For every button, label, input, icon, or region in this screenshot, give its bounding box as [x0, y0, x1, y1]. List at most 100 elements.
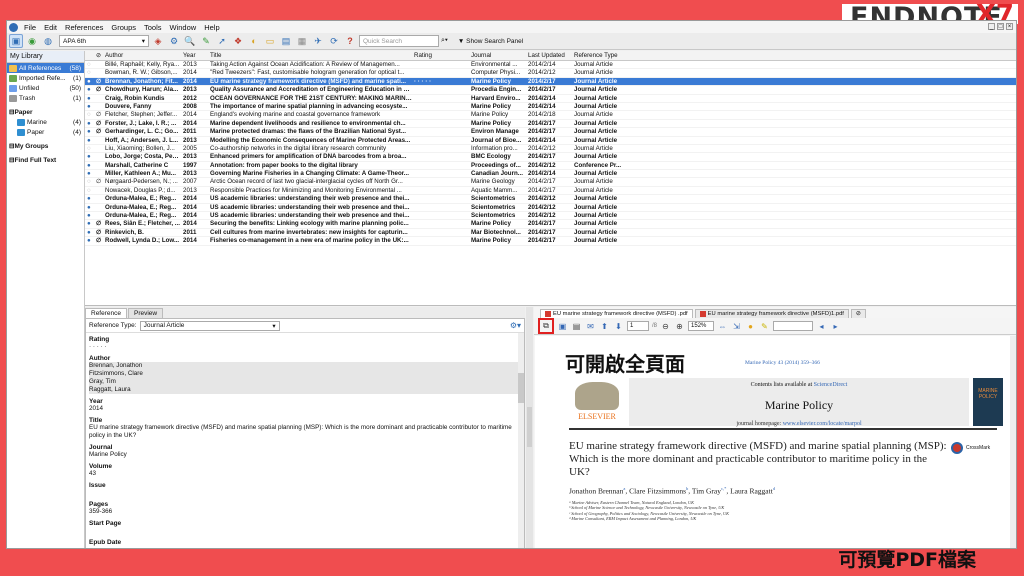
format-bibliography-icon[interactable]: ⚙ [167, 34, 181, 48]
sync-icon[interactable]: ⟳ [327, 34, 341, 48]
group-set-paper[interactable]: ⊟ Paper [7, 107, 84, 117]
find-previous-icon[interactable]: ◂ [816, 321, 827, 332]
group-item[interactable]: Unfiled (50) [7, 83, 84, 93]
field-value[interactable]: 2014 [89, 405, 521, 413]
sciencedirect-link[interactable]: ScienceDirect [814, 382, 848, 388]
editor-scrollbar[interactable] [518, 333, 524, 548]
find-next-icon[interactable]: ▸ [830, 321, 841, 332]
zoom-out-icon[interactable]: ⊖ [660, 321, 671, 332]
group-item[interactable]: Imported Refe... (1) [7, 73, 84, 83]
menu-window[interactable]: Window [166, 23, 201, 32]
column-header-type[interactable]: Reference Type [572, 51, 632, 60]
pdf-tab[interactable]: EU marine strategy framework directive (… [540, 309, 693, 318]
app-icon[interactable] [9, 22, 18, 32]
column-header-rating[interactable]: Rating [412, 51, 469, 60]
format-paper-icon[interactable]: ▦ [295, 34, 309, 48]
open-link-icon[interactable]: ◐ [247, 34, 261, 48]
table-row[interactable]: ● ∅ Chowdhury, Harun; Ala... 2013 Quality As… [85, 86, 1016, 95]
pdf-tab[interactable]: EU marine strategy framework directive (… [694, 309, 849, 318]
menu-edit[interactable]: Edit [40, 23, 61, 32]
table-row[interactable]: ● Hoff, A.; Andersen, J. L... 2013 Modellin… [85, 137, 1016, 145]
menu-file[interactable]: File [20, 23, 40, 32]
group-item[interactable]: All References (58) [7, 63, 84, 73]
insert-citation-icon[interactable]: ◈ [151, 34, 165, 48]
field-value[interactable]: 359-366 [89, 508, 521, 516]
table-row[interactable]: ● Orduna-Malea, E.; Reg... 2014 US academic… [85, 195, 1016, 204]
tab-reference[interactable]: Reference [85, 308, 127, 318]
field-value[interactable]: · · · · · [89, 343, 521, 351]
column-header-title[interactable]: Title [208, 51, 412, 60]
group-item[interactable]: Trash (1) [7, 93, 84, 103]
table-row[interactable]: ● Craig, Robin Kundis 2012 OCEAN GOVERNANCE… [85, 95, 1016, 103]
pane-splitter[interactable] [526, 307, 533, 548]
highlight-icon[interactable]: ✎ [759, 321, 770, 332]
field-value[interactable]: EU marine strategy framework directive (… [89, 424, 521, 440]
help-icon[interactable]: ? [343, 34, 357, 48]
quick-search-input[interactable]: Quick Search [359, 35, 439, 47]
share-icon[interactable]: ✈ [311, 34, 325, 48]
table-row[interactable]: ● Lobo, Jorge; Costa, Ped... 2013 Enhanced … [85, 153, 1016, 162]
page-number-input[interactable]: 1 [627, 321, 649, 331]
pdf-scrollbar[interactable] [1010, 336, 1016, 548]
fit-page-icon[interactable]: ⇔ [717, 321, 728, 332]
reference-type-select[interactable]: Journal Article ▾ [139, 320, 280, 331]
field-value[interactable] [89, 527, 521, 535]
menu-references[interactable]: References [61, 23, 107, 32]
group-item[interactable]: Paper (4) [7, 127, 84, 137]
zoom-select[interactable]: 152% [688, 321, 715, 331]
attach-file-icon[interactable]: ❖ [231, 34, 245, 48]
table-row[interactable]: ● ∅ Gerhardinger, L. C.; Go... 2011 Marine p… [85, 128, 1016, 137]
insert-word-icon[interactable]: ▤ [279, 34, 293, 48]
menu-help[interactable]: Help [200, 23, 223, 32]
author-affiliation-mark[interactable]: d [773, 486, 775, 491]
attachment-column-icon[interactable]: ⊘ [94, 51, 103, 60]
find-full-text-icon[interactable]: ➚ [215, 34, 229, 48]
find-full-text-group[interactable]: ⊟ Find Full Text [7, 155, 84, 165]
integrated-library-mode-icon[interactable]: ◍ [41, 34, 55, 48]
table-row[interactable]: ● ∅ Brennan, Jonathon; Fit... 2014 EU marine… [85, 77, 1016, 87]
crossmark-badge[interactable]: CrossMark [951, 442, 990, 454]
next-page-icon[interactable]: ⬇ [613, 321, 624, 332]
fit-width-icon[interactable]: ⇲ [731, 321, 742, 332]
email-icon[interactable]: ✉ [585, 321, 596, 332]
show-search-panel-button[interactable]: ▼ Show Search Panel [458, 38, 523, 45]
table-row[interactable]: ● Orduna-Malea, E.; Reg... 2014 US academic… [85, 212, 1016, 221]
online-search-icon[interactable]: 🔍 [183, 34, 197, 48]
output-style-select[interactable]: APA 6th ▾ [59, 35, 149, 47]
maximize-icon[interactable]: □ [997, 23, 1004, 30]
table-row[interactable]: ○ Liu, Xiaoming; Bollen, J... 2005 Co-autho… [85, 145, 1016, 154]
note-icon[interactable]: ● [745, 321, 756, 332]
column-header-author[interactable]: Author [103, 51, 181, 60]
field-value[interactable]: 43 [89, 470, 521, 478]
pdf-find-input[interactable] [773, 321, 814, 331]
table-row[interactable]: ● ∅ Rees, Siân E.; Fletcher, ... 2014 Securi… [85, 220, 1016, 229]
local-library-mode-icon[interactable]: ▣ [9, 34, 23, 48]
table-row[interactable]: ○ ∅ Fletcher, Stephen; Jeffer... 2014 Englan… [85, 111, 1016, 120]
column-header-journal[interactable]: Journal [469, 51, 526, 60]
table-row[interactable]: ● Miller, Kathleen A.; Mu... 2013 Governing… [85, 170, 1016, 179]
save-icon[interactable]: ▣ [557, 321, 568, 332]
zoom-in-icon[interactable]: ⊕ [674, 321, 685, 332]
table-row[interactable]: ○ Billé, Raphaël; Kelly, Rya... 2013 Taking… [85, 61, 1016, 70]
homepage-link[interactable]: www.elsevier.com/locate/marpol [783, 421, 862, 427]
group-item[interactable]: Marine (4) [7, 117, 84, 127]
my-groups[interactable]: ⊟ My Groups [7, 141, 84, 151]
minimize-icon[interactable]: _ [988, 23, 995, 30]
field-value[interactable]: Marine Policy [89, 451, 521, 459]
table-row[interactable]: ● Orduna-Malea, E.; Reg... 2014 US academic… [85, 204, 1016, 213]
read-status-column-icon[interactable] [85, 51, 94, 60]
library-header[interactable]: My Library [7, 51, 84, 63]
field-value[interactable] [89, 489, 521, 497]
open-full-page-icon[interactable]: ⧉ [538, 318, 554, 334]
attach-pdf-icon[interactable]: ⊘ [850, 309, 866, 318]
new-reference-icon[interactable]: ✎ [199, 34, 213, 48]
table-row[interactable]: ○ Nowacek, Douglas P.; d... 2013 Responsibl… [85, 187, 1016, 196]
field-value[interactable]: Brennan, Jonathon Fitzsimmons, Clare Gra… [89, 362, 521, 394]
tab-preview[interactable]: Preview [128, 308, 164, 318]
column-header-year[interactable]: Year [181, 51, 208, 60]
table-row[interactable]: ○ Bowman, R. W.; Gibson,... 2014 "Red Tweez… [85, 69, 1016, 78]
column-header-updated[interactable]: Last Updated [526, 51, 572, 60]
table-row[interactable]: ● Douvere, Fanny 2008 The importance of mar… [85, 103, 1016, 112]
table-row[interactable]: ● ∅ Forster, J.; Lake, I. R.; ... 2014 Marin… [85, 120, 1016, 129]
search-options-icon[interactable]: ⌕▾ [441, 37, 448, 45]
